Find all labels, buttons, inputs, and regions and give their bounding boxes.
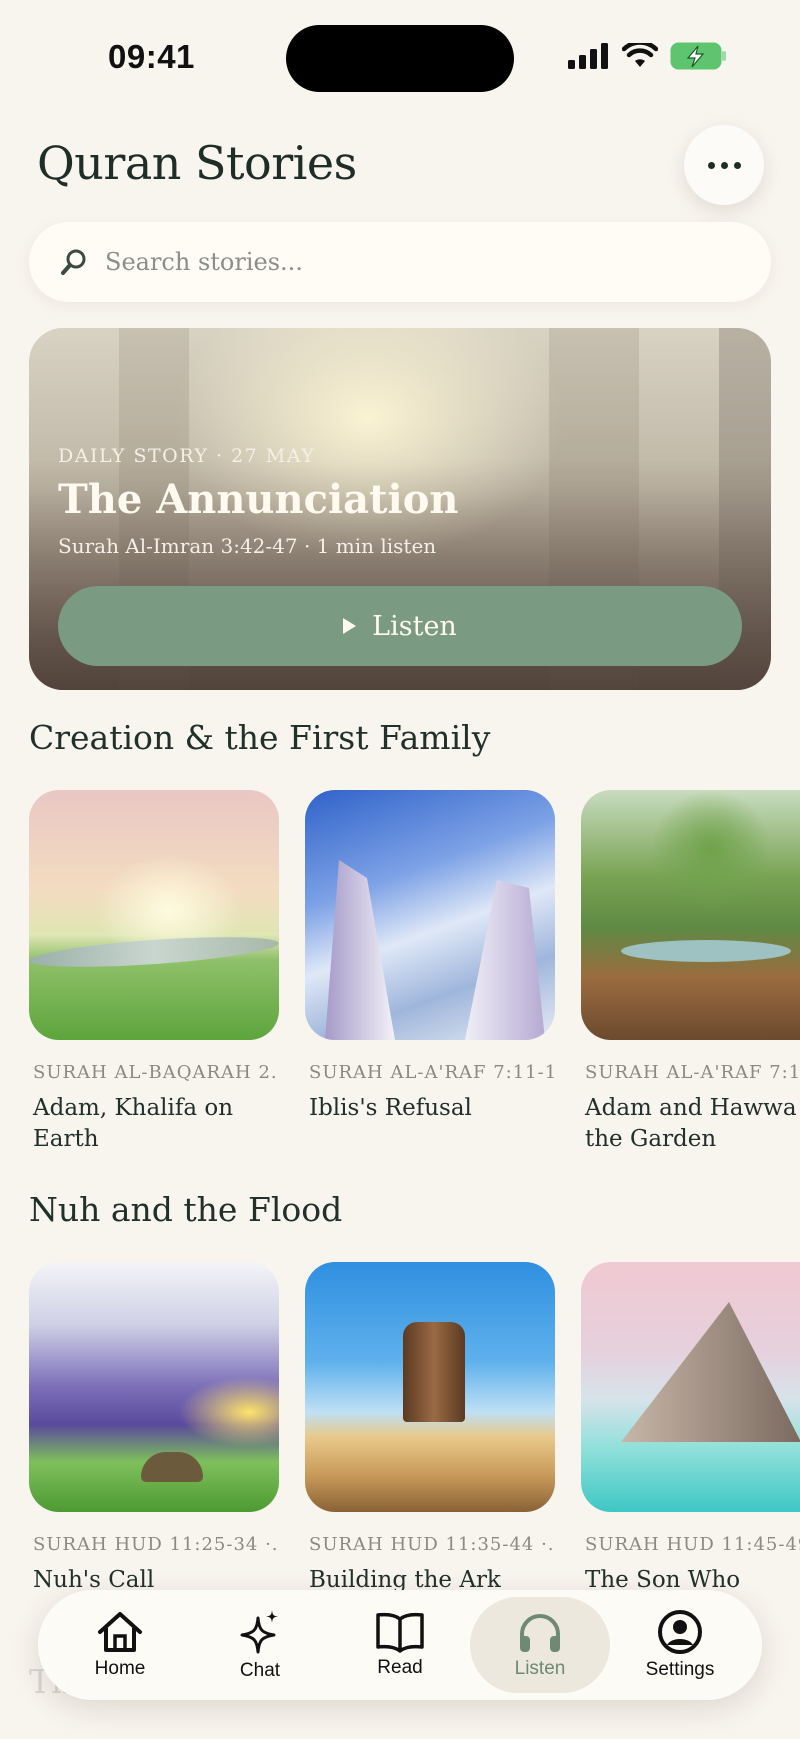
more-dot bbox=[720, 161, 728, 169]
wifi-icon bbox=[622, 43, 658, 67]
status-icons bbox=[568, 42, 728, 70]
dynamic-island bbox=[286, 25, 514, 92]
story-reference: SURAH AL-BAQARAH 2... bbox=[33, 1062, 279, 1083]
listen-button-label: Listen bbox=[372, 610, 457, 642]
story-title: Adam, Khalifa on Earth bbox=[33, 1095, 234, 1152]
story-row: SURAH HUD 11:25-34 ·... Nuh's Call SURAH… bbox=[29, 1262, 800, 1596]
sparkle-icon bbox=[240, 1610, 278, 1654]
search-icon bbox=[61, 249, 86, 275]
tab-label: Listen bbox=[514, 1658, 566, 1679]
more-dot bbox=[733, 161, 741, 169]
story-thumbnail bbox=[305, 790, 555, 1040]
search-bar[interactable] bbox=[29, 222, 771, 302]
story-reference: SURAH HUD 11:25-34 ·... bbox=[33, 1534, 279, 1555]
bottom-tab-bar: Home Chat Read Listen Settings bbox=[38, 1590, 762, 1700]
headphones-icon bbox=[520, 1614, 560, 1652]
search-input[interactable] bbox=[105, 248, 705, 276]
story-card[interactable]: SURAH AL-BAQARAH 2... Adam, Khalifa on E… bbox=[29, 790, 279, 1155]
story-reference: SURAH AL-A'RAF 7:19- bbox=[585, 1062, 800, 1083]
story-row: SURAH AL-BAQARAH 2... Adam, Khalifa on E… bbox=[29, 790, 800, 1155]
story-title: Iblis's Refusal bbox=[309, 1095, 472, 1121]
listen-button[interactable]: Listen bbox=[58, 586, 742, 666]
tab-read[interactable]: Read bbox=[330, 1597, 470, 1693]
story-card[interactable]: SURAH HUD 11:25-34 ·... Nuh's Call bbox=[29, 1262, 279, 1596]
story-thumbnail bbox=[305, 1262, 555, 1512]
battery-charging-icon bbox=[670, 42, 726, 70]
story-thumbnail bbox=[581, 790, 800, 1040]
tab-listen[interactable]: Listen bbox=[470, 1597, 610, 1693]
daily-story-card[interactable]: DAILY STORY · 27 MAY The Annunciation Su… bbox=[29, 328, 771, 690]
story-reference: SURAH HUD 11:35-44 ·... bbox=[309, 1534, 555, 1555]
tab-label: Chat bbox=[239, 1660, 281, 1681]
home-icon bbox=[98, 1612, 142, 1652]
signal-icon bbox=[568, 43, 608, 69]
hero-eyebrow: DAILY STORY · 27 MAY bbox=[58, 445, 316, 467]
story-reference: SURAH HUD 11:45-49 · bbox=[585, 1534, 800, 1555]
hero-subtitle: Surah Al-Imran 3:42-47 · 1 min listen bbox=[58, 534, 437, 558]
book-icon bbox=[376, 1612, 424, 1653]
story-title: Adam and Hawwa in the Garden bbox=[585, 1095, 800, 1152]
story-card[interactable]: SURAH HUD 11:45-49 · The Son Who bbox=[581, 1262, 800, 1596]
story-card[interactable]: SURAH AL-A'RAF 7:11-1... Iblis's Refusal bbox=[305, 790, 555, 1155]
section-title: Nuh and the Flood bbox=[29, 1190, 343, 1229]
more-options-button[interactable] bbox=[684, 125, 764, 205]
story-thumbnail bbox=[29, 790, 279, 1040]
story-card[interactable]: SURAH HUD 11:35-44 ·... Building the Ark bbox=[305, 1262, 555, 1596]
tab-settings[interactable]: Settings bbox=[610, 1597, 750, 1693]
page-title: Quran Stories bbox=[37, 136, 357, 190]
status-time: 09:41 bbox=[108, 38, 195, 75]
hero-title: The Annunciation bbox=[58, 476, 459, 523]
story-reference: SURAH AL-A'RAF 7:11-1... bbox=[309, 1062, 555, 1083]
story-thumbnail bbox=[29, 1262, 279, 1512]
section-title: Creation & the First Family bbox=[29, 718, 491, 757]
tab-home[interactable]: Home bbox=[50, 1597, 190, 1693]
tab-label: Home bbox=[94, 1658, 146, 1679]
story-card[interactable]: SURAH AL-A'RAF 7:19- Adam and Hawwa in t… bbox=[581, 790, 800, 1155]
tab-label: Read bbox=[377, 1657, 423, 1678]
tab-label: Settings bbox=[645, 1659, 715, 1680]
user-circle-icon bbox=[658, 1610, 702, 1654]
tab-chat[interactable]: Chat bbox=[190, 1597, 330, 1693]
more-horizontal-icon bbox=[707, 161, 715, 169]
status-bar: 09:41 bbox=[0, 0, 800, 110]
play-icon bbox=[343, 618, 357, 634]
story-thumbnail bbox=[581, 1262, 800, 1512]
